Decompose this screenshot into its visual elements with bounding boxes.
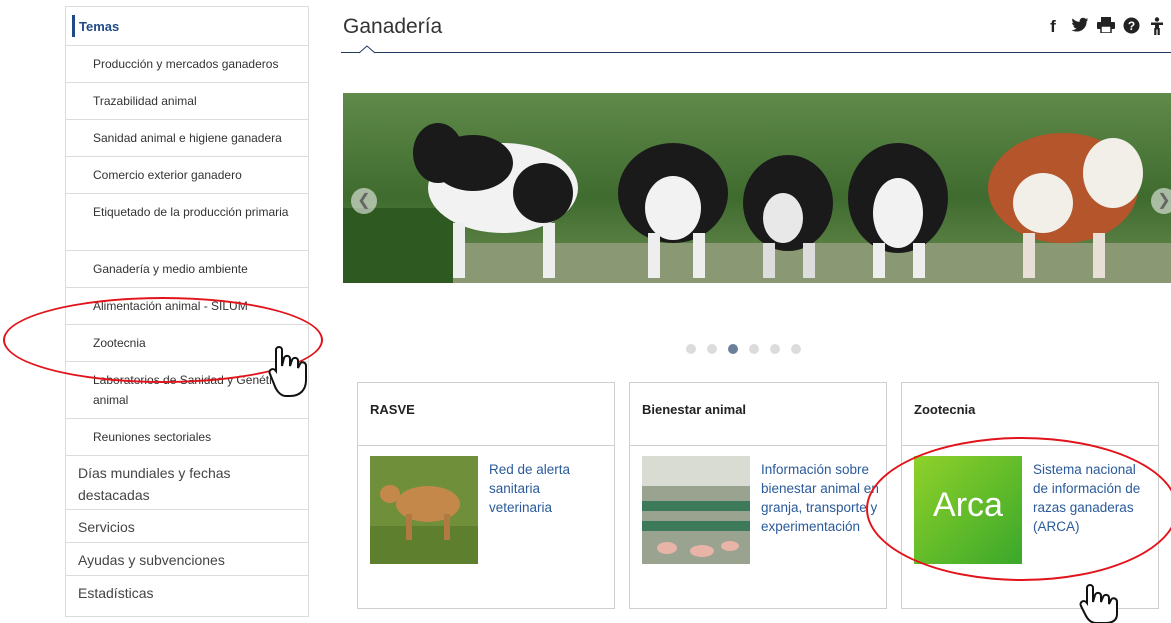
card-divider: [630, 445, 886, 446]
carousel-dot[interactable]: [707, 344, 717, 354]
pointer-hand-icon: [268, 346, 307, 397]
header-divider: [341, 52, 1171, 53]
carousel-dot[interactable]: [749, 344, 759, 354]
hero-carousel[interactable]: ❮ ❯: [343, 93, 1171, 283]
highlight-ellipse-arca: [866, 437, 1171, 581]
sidebar-header-label: Temas: [79, 19, 120, 34]
sidebar-item-trazabilidad[interactable]: Trazabilidad animal: [66, 83, 308, 120]
help-icon[interactable]: ?: [1123, 17, 1140, 37]
sidebar-item-dias-mundiales[interactable]: Días mundiales y fechas destacadas: [66, 456, 308, 510]
sidebar-item-reuniones[interactable]: Reuniones sectoriales: [66, 419, 308, 456]
carousel-slide-cows: [343, 93, 1171, 283]
carousel-prev-icon[interactable]: ❮: [351, 188, 377, 214]
carousel-dot[interactable]: [791, 344, 801, 354]
sidebar-header-temas[interactable]: Temas: [66, 7, 308, 46]
pointer-hand-icon: [1079, 584, 1118, 623]
sidebar-item-etiquetado[interactable]: Etiquetado de la producción primaria: [66, 194, 308, 251]
facebook-icon[interactable]: f: [1045, 17, 1061, 37]
carousel-dot[interactable]: [686, 344, 696, 354]
sidebar-item-ayudas[interactable]: Ayudas y subvenciones: [66, 543, 308, 576]
card-bienestar-animal[interactable]: Bienestar animal Información sobre biene…: [629, 382, 887, 609]
card-rasve[interactable]: RASVE Red de alerta sanitaria veterinari…: [357, 382, 615, 609]
sidebar-item-servicios[interactable]: Servicios: [66, 510, 308, 543]
carousel-dot-active[interactable]: [728, 344, 738, 354]
card-divider: [358, 445, 614, 446]
card-title: Bienestar animal: [642, 402, 747, 417]
card-link-text[interactable]: Red de alerta sanitaria veterinaria: [489, 460, 589, 517]
active-indicator: [72, 15, 75, 37]
card-title: RASVE: [370, 402, 415, 417]
accessibility-icon[interactable]: [1149, 17, 1165, 37]
sidebar-item-estadisticas[interactable]: Estadísticas: [66, 576, 308, 616]
svg-text:?: ?: [1128, 19, 1135, 33]
sidebar-item-comercio[interactable]: Comercio exterior ganadero: [66, 157, 308, 194]
print-icon[interactable]: [1097, 17, 1115, 37]
share-toolbar: f ?: [1045, 17, 1165, 37]
sidebar-item-medio-ambiente[interactable]: Ganadería y medio ambiente: [66, 251, 308, 288]
card-image-cow: [370, 456, 478, 564]
carousel-pagination: [686, 344, 801, 354]
sidebar-item-sanidad[interactable]: Sanidad animal e higiene ganadera: [66, 120, 308, 157]
twitter-icon[interactable]: [1071, 17, 1089, 37]
page-title: Ganadería: [343, 15, 443, 38]
carousel-dot[interactable]: [770, 344, 780, 354]
carousel-next-icon[interactable]: ❯: [1151, 188, 1171, 214]
header-caret-icon: [358, 45, 376, 54]
card-title: Zootecnia: [914, 402, 976, 417]
card-image-pig-farm: [642, 456, 750, 564]
sidebar-item-produccion[interactable]: Producción y mercados ganaderos: [66, 46, 308, 83]
card-link-text[interactable]: Información sobre bienestar animal en gr…: [761, 460, 883, 536]
